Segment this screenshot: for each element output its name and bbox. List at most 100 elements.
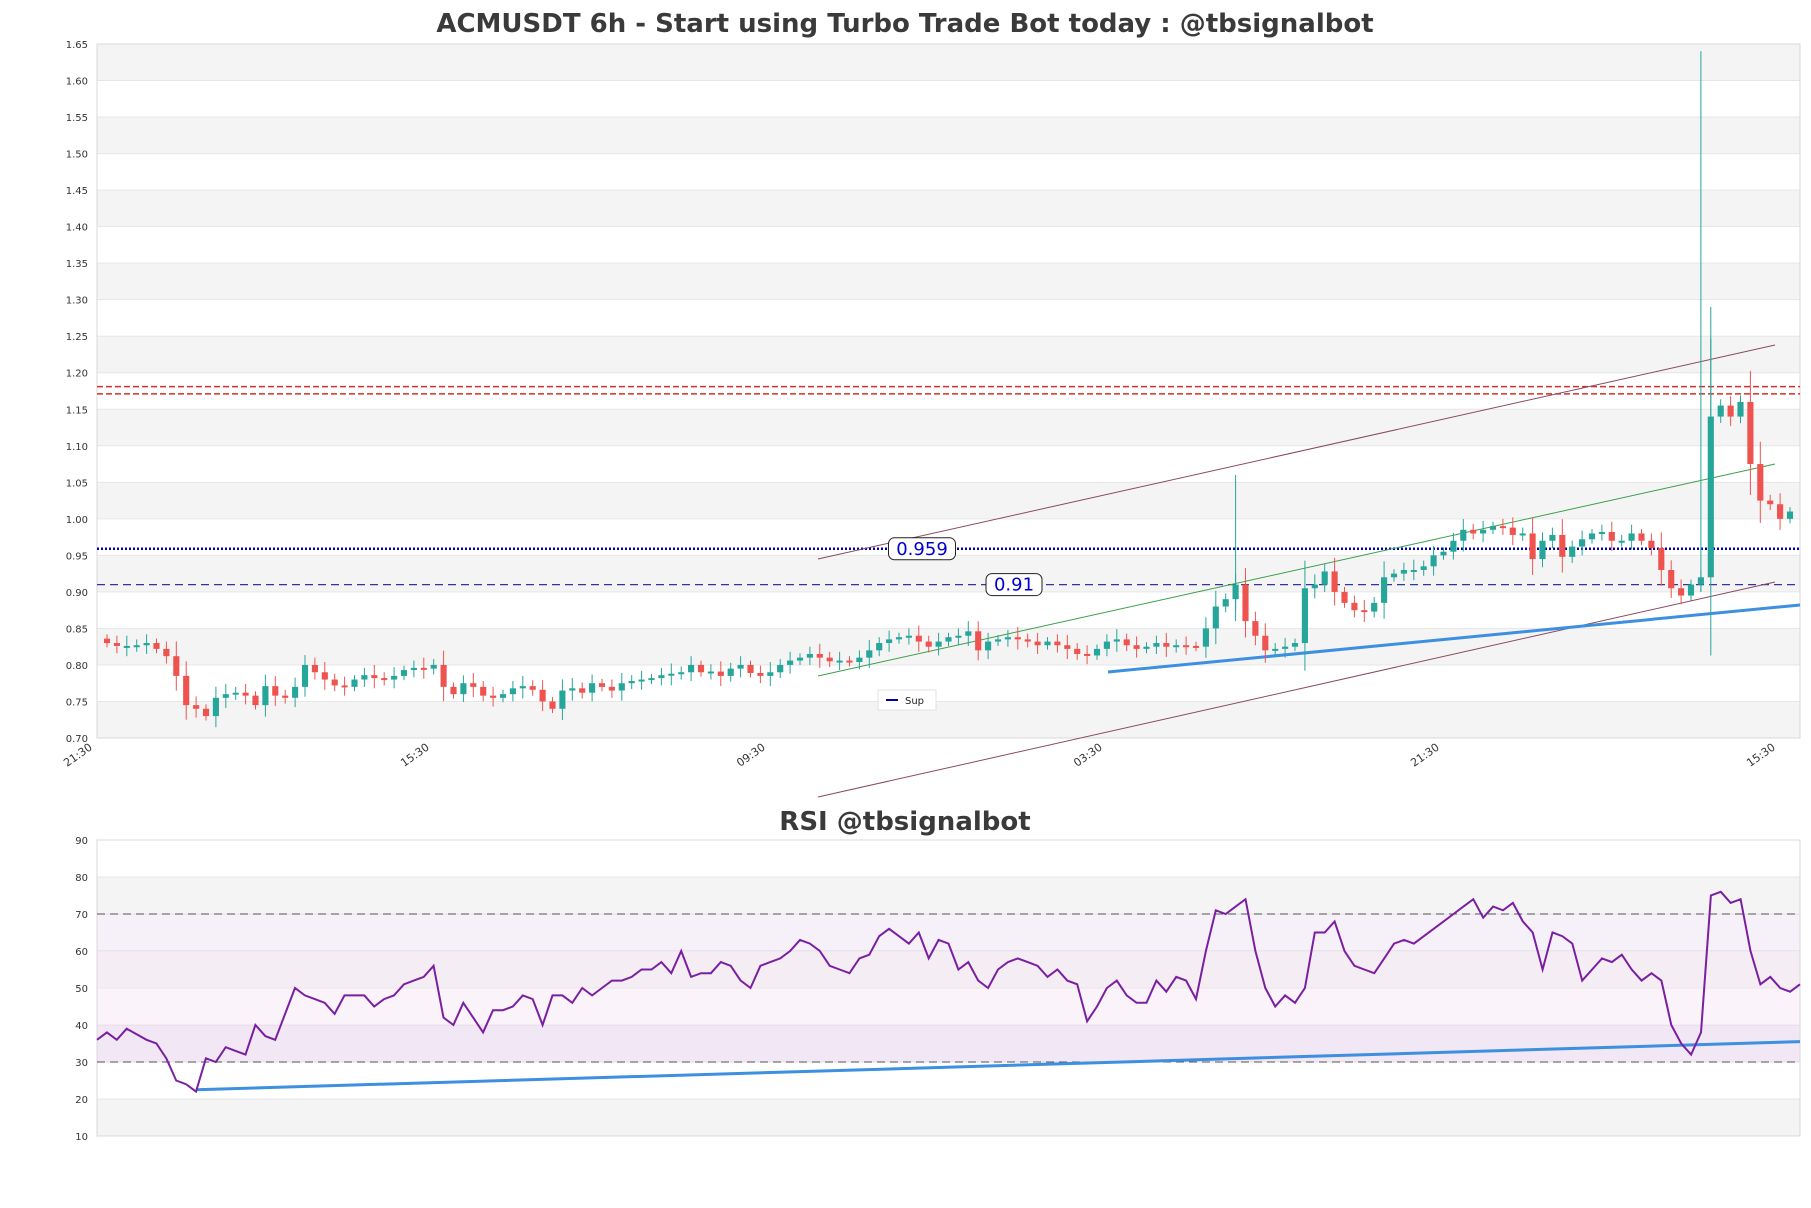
rsi-y-tick-label: 30 [75,1058,88,1069]
chart-canvas: ACMUSDT 6h - Start using Turbo Trade Bot… [61,9,1801,1143]
price-band [97,701,1800,738]
candle-body [1202,628,1209,647]
candle-body [1301,588,1308,644]
price-x-axis: 21:30 15:30 09:30 03:30 21:30 15:30 [61,741,1777,770]
legend-label: Sup [905,696,924,707]
candle-body [1321,571,1328,585]
candle-body [351,679,358,687]
candle-body [668,673,675,676]
candle-body [1282,646,1289,649]
candle-body [1074,648,1081,654]
candle-body [272,686,279,696]
candle-body [391,675,398,680]
candle-body [1618,540,1625,543]
candle-body [1064,645,1071,649]
rsi-band [97,840,1800,877]
candle-body [579,688,586,693]
rsi-y-tick-label: 50 [75,984,88,995]
candle-body [569,688,576,691]
candle-body [1598,531,1605,534]
candle-body [905,635,912,638]
candle-body [1658,548,1665,570]
candle-body [836,660,843,663]
legend: Sup [877,689,937,711]
price-y-tick-label: 0.80 [66,661,88,672]
candle-body [123,645,130,648]
candle-body [1489,526,1497,530]
candle-body [1410,569,1417,572]
price-y-tick-label: 1.30 [66,296,88,307]
price-band [97,263,1800,300]
candle-body [371,675,378,679]
candle-body [1192,645,1200,648]
candle-body [1262,635,1269,651]
candle-body [490,695,497,698]
price-y-tick-label: 0.90 [66,588,88,599]
candle-body [1311,584,1318,589]
candle-body [1400,569,1407,574]
candle-body [876,643,883,651]
price-y-tick-label: 1.45 [66,186,88,197]
price-x-tick-label: 09:30 [734,741,767,770]
rsi-y-tick-label: 60 [75,947,88,958]
rsi-band [97,877,1800,914]
candle-body [895,637,903,640]
rsi-chart-title: RSI @tbsignalbot [779,807,1030,837]
candle-body [1103,641,1110,649]
candle-body [1470,529,1477,534]
candle-body [856,657,863,663]
rsi-y-tick-label: 40 [75,1021,88,1032]
candle-body [133,645,140,648]
candle-body [796,657,804,661]
candle-body [886,639,893,644]
candle-body [1460,529,1467,541]
candle-body [321,672,328,680]
candle-body [1499,526,1506,529]
candle-body [866,650,873,658]
candle-body [727,668,734,676]
rsi-band [97,1099,1800,1136]
candle-body [212,697,219,717]
candle-body [1707,416,1714,578]
candle-body [480,686,487,696]
candle-body [648,678,655,681]
price-band [97,336,1800,373]
candle-body [222,694,229,698]
candle-body [589,683,596,693]
candle-body [925,641,932,647]
candle-body [1163,643,1170,647]
candle-body [1727,405,1734,417]
candle-body [747,664,754,673]
candle-body [1371,602,1378,612]
candle-body [1747,401,1754,465]
candle-body [1430,555,1437,567]
candle-body [193,705,200,709]
price-y-tick-label: 1.60 [66,77,88,88]
price-band [97,226,1800,264]
rsi-y-tick-label: 90 [75,836,88,847]
candle-body [1212,606,1219,629]
candle-body [737,664,744,669]
candle-body [410,667,417,671]
price-y-tick-label: 1.15 [66,405,88,416]
candle-body [1173,645,1180,648]
candle-body [688,664,695,673]
candle-body [103,638,111,644]
candle-body [915,635,922,642]
candle-body [1777,504,1784,519]
candle-body [559,690,566,709]
rsi-oversold-zone [97,1025,1800,1062]
candle-body [173,656,180,676]
price-y-tick-label: 1.05 [66,478,88,489]
candle-body [509,688,516,695]
level-label: 0.91 [994,575,1034,596]
rsi-y-tick-label: 80 [75,873,88,884]
candle-body [1004,637,1011,640]
candle-body [1291,643,1299,647]
candle-body [1757,464,1764,501]
candle-body [539,689,546,702]
price-band [97,117,1800,154]
candle-body [1044,641,1051,646]
candle-body [331,679,338,686]
candle-body [955,635,962,638]
